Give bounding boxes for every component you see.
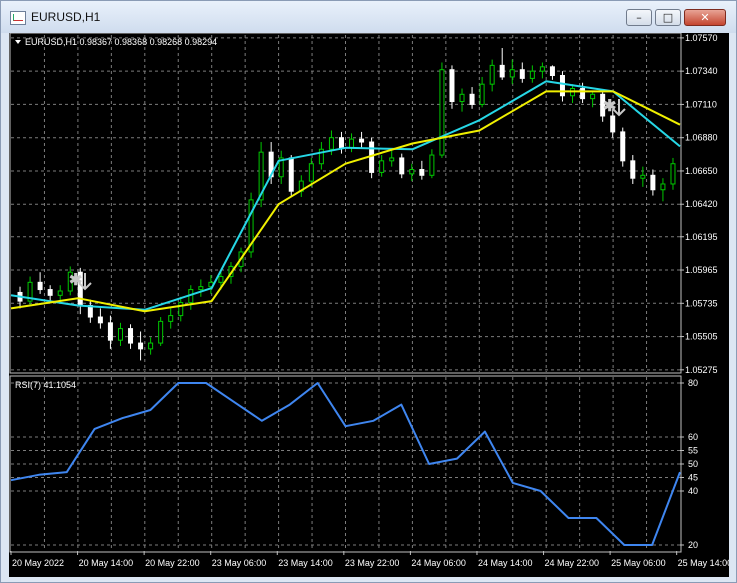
candle-body: [459, 93, 465, 103]
mt4-chart-window: EURUSD,H1 – □ ✕ ✱ ✱ 1.07570 1.07340 1.07…: [0, 0, 737, 583]
candle-body: [328, 137, 334, 150]
time-tick-label: 20 May 22:00: [145, 558, 200, 568]
candle-body: [640, 174, 646, 179]
time-tick-label: 23 May 22:00: [345, 558, 400, 568]
candle-body: [580, 88, 586, 100]
time-tick-label: 23 May 06:00: [212, 558, 267, 568]
minimize-button[interactable]: –: [626, 9, 652, 26]
price-pane-title: EURUSD,H1 0.98367 0.98368 0.98268 0.9829…: [25, 37, 217, 47]
candle-body: [549, 66, 555, 76]
candle-body: [429, 154, 435, 176]
candle-body: [379, 160, 385, 173]
candle-body: [519, 69, 525, 79]
candle-body: [198, 286, 204, 291]
maximize-button[interactable]: □: [655, 9, 681, 26]
candle-body: [489, 64, 495, 85]
close-icon: ✕: [700, 11, 710, 24]
candle-body: [479, 83, 485, 105]
rsi-tick-label: 50: [688, 459, 698, 469]
rsi-tick-label: 20: [688, 540, 698, 550]
rsi-axis: 80 60 55 50 45 40 20: [680, 378, 698, 550]
time-tick-label: 23 May 14:00: [278, 558, 333, 568]
candle-body: [389, 157, 395, 162]
price-tick-label: 1.07340: [685, 66, 718, 76]
candle-body: [539, 66, 545, 72]
price-pane-header: EURUSD,H1 0.98367 0.98368 0.98268 0.9829…: [15, 37, 217, 47]
candle-body: [338, 137, 344, 149]
rsi-tick-label: 80: [688, 378, 698, 388]
candle-body: [288, 157, 294, 192]
candle-body: [449, 69, 455, 103]
candle-body: [469, 93, 475, 105]
candle-body: [630, 160, 636, 179]
candle-body: [650, 174, 656, 191]
candle-body: [670, 163, 676, 185]
close-button[interactable]: ✕: [684, 9, 726, 26]
price-tick-label: 1.05275: [685, 365, 718, 375]
candle-body: [499, 64, 505, 78]
price-tick-label: 1.05735: [685, 298, 718, 308]
candle-body: [409, 169, 415, 175]
price-tick-label: 1.07570: [685, 33, 718, 43]
time-tick-label: 20 May 2022: [12, 558, 64, 568]
candle-body: [57, 290, 63, 296]
candle-body: [37, 281, 43, 291]
candle-body: [509, 69, 515, 78]
candle-body: [559, 74, 565, 97]
candle-body: [178, 302, 184, 317]
rsi-tick-label: 55: [688, 446, 698, 456]
candle-body: [349, 138, 355, 149]
candle-body: [419, 169, 425, 176]
price-axis: 1.07570 1.07340 1.07110 1.06880 1.06650 1.064…: [680, 33, 718, 375]
candle-body: [168, 315, 174, 322]
candle-body: [308, 163, 314, 182]
price-tick-label: 1.06650: [685, 166, 718, 176]
candle-body: [439, 69, 445, 156]
price-tick-label: 1.05965: [685, 265, 718, 275]
time-tick-label: 24 May 14:00: [478, 558, 533, 568]
candle-body: [47, 289, 53, 296]
rsi-tick-label: 60: [688, 432, 698, 442]
candle-body: [399, 157, 405, 175]
time-tick-label: 25 May 14:00: [678, 558, 729, 568]
price-tick-label: 1.06195: [685, 232, 718, 242]
time-axis: 20 May 2022 20 May 14:00 20 May 22:00 23 Ma…: [10, 551, 732, 568]
time-tick-label: 24 May 22:00: [545, 558, 600, 568]
time-tick-label: 24 May 06:00: [411, 558, 466, 568]
candle-body: [148, 342, 154, 350]
price-tick-label: 1.05505: [685, 332, 718, 342]
candle-body: [117, 328, 123, 341]
chart-area[interactable]: ✱ ✱ 1.07570 1.07340 1.07110 1.06880 1.06650 1…: [9, 32, 732, 577]
price-tick-label: 1.06880: [685, 133, 718, 143]
candle-body: [660, 183, 666, 191]
candle-body: [97, 316, 103, 324]
window-title: EURUSD,H1: [31, 10, 101, 24]
candle-body: [107, 322, 113, 341]
candle-body: [529, 70, 535, 79]
candle-body: [610, 115, 616, 133]
chart-window-icon: [10, 11, 26, 25]
svg-text:✱: ✱: [69, 272, 82, 289]
rsi-pane-title: RSI(7) 41.1054: [15, 380, 76, 390]
window-titlebar[interactable]: EURUSD,H1 – □ ✕: [1, 1, 736, 33]
candle-body: [128, 328, 134, 344]
candle-body: [138, 342, 144, 350]
candle-body: [359, 138, 365, 143]
candle-body: [158, 320, 164, 344]
rsi-tick-label: 40: [688, 486, 698, 496]
minimize-icon: –: [636, 11, 642, 24]
time-tick-label: 25 May 06:00: [611, 558, 666, 568]
maximize-icon: □: [662, 11, 674, 24]
price-tick-label: 1.06420: [685, 199, 718, 209]
time-tick-label: 20 May 14:00: [79, 558, 134, 568]
candle-body: [620, 131, 626, 162]
svg-text:✱: ✱: [603, 98, 616, 115]
rsi-tick-label: 45: [688, 473, 698, 483]
candle-body: [218, 276, 224, 283]
candle-body: [590, 93, 596, 100]
price-tick-label: 1.07110: [685, 99, 717, 109]
chart-svg[interactable]: ✱ ✱ 1.075701.073401.071101.068801.066501…: [9, 32, 732, 577]
